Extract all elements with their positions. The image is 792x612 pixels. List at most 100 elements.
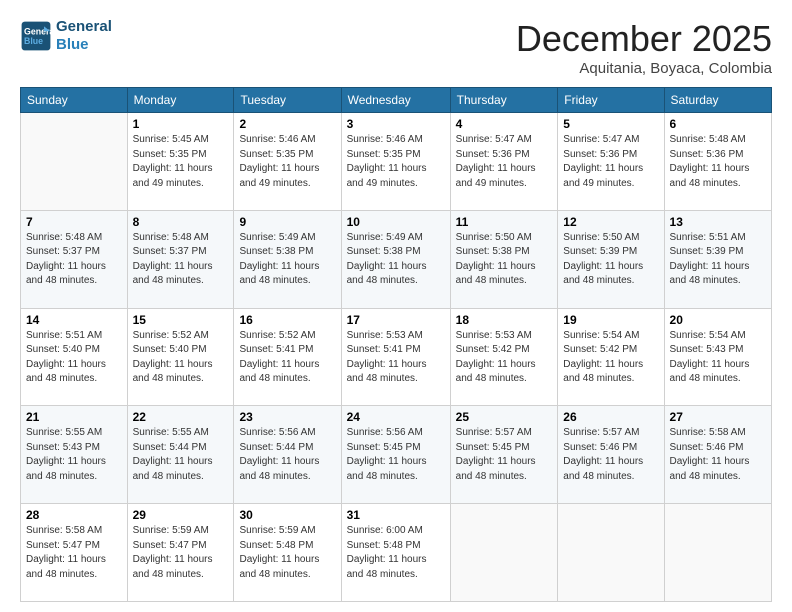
table-cell: 25 Sunrise: 5:57 AM Sunset: 5:45 PM Dayli… bbox=[450, 406, 558, 504]
day-number: 31 bbox=[347, 508, 445, 522]
day-info: Sunrise: 5:58 AM Sunset: 5:46 PM Dayligh… bbox=[670, 426, 766, 484]
day-number: 19 bbox=[563, 313, 658, 327]
table-cell bbox=[21, 113, 128, 211]
table-cell: 5 Sunrise: 5:47 AM Sunset: 5:36 PM Daylig… bbox=[558, 113, 664, 211]
day-info: Sunrise: 5:48 AM Sunset: 5:37 PM Dayligh… bbox=[133, 231, 229, 289]
logo-icon: General Blue bbox=[20, 20, 52, 52]
week-row-3: 21 Sunrise: 5:55 AM Sunset: 5:43 PM Dayli… bbox=[21, 406, 772, 504]
table-cell: 8 Sunrise: 5:48 AM Sunset: 5:37 PM Daylig… bbox=[127, 210, 234, 308]
day-number: 20 bbox=[670, 313, 766, 327]
day-info: Sunrise: 5:56 AM Sunset: 5:45 PM Dayligh… bbox=[347, 426, 445, 484]
day-number: 13 bbox=[670, 215, 766, 229]
svg-text:Blue: Blue bbox=[24, 36, 43, 46]
day-number: 1 bbox=[133, 117, 229, 131]
day-info: Sunrise: 5:46 AM Sunset: 5:35 PM Dayligh… bbox=[347, 133, 445, 191]
day-number: 4 bbox=[456, 117, 553, 131]
day-info: Sunrise: 5:49 AM Sunset: 5:38 PM Dayligh… bbox=[347, 231, 445, 289]
week-row-4: 28Sunrise: 5:58 AM Sunset: 5:47 PM Dayli… bbox=[21, 504, 772, 602]
table-cell: 10 Sunrise: 5:49 AM Sunset: 5:38 PM Dayli… bbox=[341, 210, 450, 308]
day-info: Sunrise: 5:51 AM Sunset: 5:40 PM Dayligh… bbox=[26, 329, 122, 387]
day-info: Sunrise: 5:54 AM Sunset: 5:42 PM Dayligh… bbox=[563, 329, 658, 387]
table-cell: 27 Sunrise: 5:58 AM Sunset: 5:46 PM Dayli… bbox=[664, 406, 771, 504]
calendar-table: Sunday Monday Tuesday Wednesday Thursday… bbox=[20, 87, 772, 602]
header-thursday: Thursday bbox=[450, 88, 558, 113]
table-cell: 4 Sunrise: 5:47 AM Sunset: 5:36 PM Daylig… bbox=[450, 113, 558, 211]
day-number: 25 bbox=[456, 410, 553, 424]
day-info: Sunrise: 5:48 AM Sunset: 5:37 PM Dayligh… bbox=[26, 231, 122, 289]
table-cell: 22 Sunrise: 5:55 AM Sunset: 5:44 PM Dayli… bbox=[127, 406, 234, 504]
header-wednesday: Wednesday bbox=[341, 88, 450, 113]
day-number: 21 bbox=[26, 410, 122, 424]
table-cell: 23 Sunrise: 5:56 AM Sunset: 5:44 PM Dayli… bbox=[234, 406, 341, 504]
day-number: 10 bbox=[347, 215, 445, 229]
day-info: Sunrise: 5:54 AM Sunset: 5:43 PM Dayligh… bbox=[670, 329, 766, 387]
table-cell: 1 Sunrise: 5:45 AM Sunset: 5:35 PM Daylig… bbox=[127, 113, 234, 211]
day-info: Sunrise: 5:47 AM Sunset: 5:36 PM Dayligh… bbox=[563, 133, 658, 191]
day-number: 11 bbox=[456, 215, 553, 229]
calendar-header-row: Sunday Monday Tuesday Wednesday Thursday… bbox=[21, 88, 772, 113]
day-info: Sunrise: 5:53 AM Sunset: 5:42 PM Dayligh… bbox=[456, 329, 553, 387]
table-cell: 7 Sunrise: 5:48 AM Sunset: 5:37 PM Daylig… bbox=[21, 210, 128, 308]
table-cell: 6 Sunrise: 5:48 AM Sunset: 5:36 PM Daylig… bbox=[664, 113, 771, 211]
day-info: Sunrise: 6:00 AM Sunset: 5:48 PM Dayligh… bbox=[347, 524, 445, 582]
table-cell: 21 Sunrise: 5:55 AM Sunset: 5:43 PM Dayli… bbox=[21, 406, 128, 504]
table-cell: 29Sunrise: 5:59 AM Sunset: 5:47 PM Dayli… bbox=[127, 504, 234, 602]
day-info: Sunrise: 5:48 AM Sunset: 5:36 PM Dayligh… bbox=[670, 133, 766, 191]
day-info: Sunrise: 5:56 AM Sunset: 5:44 PM Dayligh… bbox=[239, 426, 335, 484]
header-saturday: Saturday bbox=[664, 88, 771, 113]
day-number: 23 bbox=[239, 410, 335, 424]
table-cell: 18 Sunrise: 5:53 AM Sunset: 5:42 PM Dayli… bbox=[450, 308, 558, 406]
table-cell: 30Sunrise: 5:59 AM Sunset: 5:48 PM Dayli… bbox=[234, 504, 341, 602]
day-number: 17 bbox=[347, 313, 445, 327]
logo-text-line1: General bbox=[56, 18, 112, 36]
logo: General Blue General Blue bbox=[20, 18, 112, 54]
table-cell: 19 Sunrise: 5:54 AM Sunset: 5:42 PM Dayli… bbox=[558, 308, 664, 406]
table-cell: 26Sunrise: 5:57 AM Sunset: 5:46 PM Dayli… bbox=[558, 406, 664, 504]
day-number: 8 bbox=[133, 215, 229, 229]
day-info: Sunrise: 5:50 AM Sunset: 5:38 PM Dayligh… bbox=[456, 231, 553, 289]
day-info: Sunrise: 5:50 AM Sunset: 5:39 PM Dayligh… bbox=[563, 231, 658, 289]
week-row-0: 1 Sunrise: 5:45 AM Sunset: 5:35 PM Daylig… bbox=[21, 113, 772, 211]
table-cell: 28Sunrise: 5:58 AM Sunset: 5:47 PM Dayli… bbox=[21, 504, 128, 602]
day-info: Sunrise: 5:57 AM Sunset: 5:46 PM Dayligh… bbox=[563, 426, 658, 484]
month-title: December 2025 bbox=[516, 18, 772, 60]
week-row-1: 7 Sunrise: 5:48 AM Sunset: 5:37 PM Daylig… bbox=[21, 210, 772, 308]
day-info: Sunrise: 5:55 AM Sunset: 5:44 PM Dayligh… bbox=[133, 426, 229, 484]
day-info: Sunrise: 5:58 AM Sunset: 5:47 PM Dayligh… bbox=[26, 524, 122, 582]
header-sunday: Sunday bbox=[21, 88, 128, 113]
logo-text-line2: Blue bbox=[56, 36, 112, 54]
header: General Blue General Blue December 2025 … bbox=[20, 18, 772, 77]
table-cell: 15 Sunrise: 5:52 AM Sunset: 5:40 PM Dayli… bbox=[127, 308, 234, 406]
header-tuesday: Tuesday bbox=[234, 88, 341, 113]
day-number: 12 bbox=[563, 215, 658, 229]
day-number: 15 bbox=[133, 313, 229, 327]
day-info: Sunrise: 5:53 AM Sunset: 5:41 PM Dayligh… bbox=[347, 329, 445, 387]
table-cell: 16Sunrise: 5:52 AM Sunset: 5:41 PM Dayli… bbox=[234, 308, 341, 406]
table-cell: 24Sunrise: 5:56 AM Sunset: 5:45 PM Dayli… bbox=[341, 406, 450, 504]
table-cell: 12 Sunrise: 5:50 AM Sunset: 5:39 PM Dayli… bbox=[558, 210, 664, 308]
day-number: 18 bbox=[456, 313, 553, 327]
day-number: 14 bbox=[26, 313, 122, 327]
day-number: 2 bbox=[239, 117, 335, 131]
day-info: Sunrise: 5:51 AM Sunset: 5:39 PM Dayligh… bbox=[670, 231, 766, 289]
day-number: 16 bbox=[239, 313, 335, 327]
day-number: 22 bbox=[133, 410, 229, 424]
table-cell: 13 Sunrise: 5:51 AM Sunset: 5:39 PM Dayli… bbox=[664, 210, 771, 308]
table-cell: 3Sunrise: 5:46 AM Sunset: 5:35 PM Daylig… bbox=[341, 113, 450, 211]
day-info: Sunrise: 5:47 AM Sunset: 5:36 PM Dayligh… bbox=[456, 133, 553, 191]
day-number: 6 bbox=[670, 117, 766, 131]
day-info: Sunrise: 5:45 AM Sunset: 5:35 PM Dayligh… bbox=[133, 133, 229, 191]
day-number: 7 bbox=[26, 215, 122, 229]
table-cell: 14 Sunrise: 5:51 AM Sunset: 5:40 PM Dayli… bbox=[21, 308, 128, 406]
day-info: Sunrise: 5:57 AM Sunset: 5:45 PM Dayligh… bbox=[456, 426, 553, 484]
header-friday: Friday bbox=[558, 88, 664, 113]
day-number: 29 bbox=[133, 508, 229, 522]
day-number: 5 bbox=[563, 117, 658, 131]
day-info: Sunrise: 5:59 AM Sunset: 5:48 PM Dayligh… bbox=[239, 524, 335, 582]
day-info: Sunrise: 5:55 AM Sunset: 5:43 PM Dayligh… bbox=[26, 426, 122, 484]
table-cell: 2Sunrise: 5:46 AM Sunset: 5:35 PM Daylig… bbox=[234, 113, 341, 211]
day-number: 27 bbox=[670, 410, 766, 424]
table-cell: 17 Sunrise: 5:53 AM Sunset: 5:41 PM Dayli… bbox=[341, 308, 450, 406]
page: General Blue General Blue December 2025 … bbox=[0, 0, 792, 612]
day-info: Sunrise: 5:52 AM Sunset: 5:40 PM Dayligh… bbox=[133, 329, 229, 387]
